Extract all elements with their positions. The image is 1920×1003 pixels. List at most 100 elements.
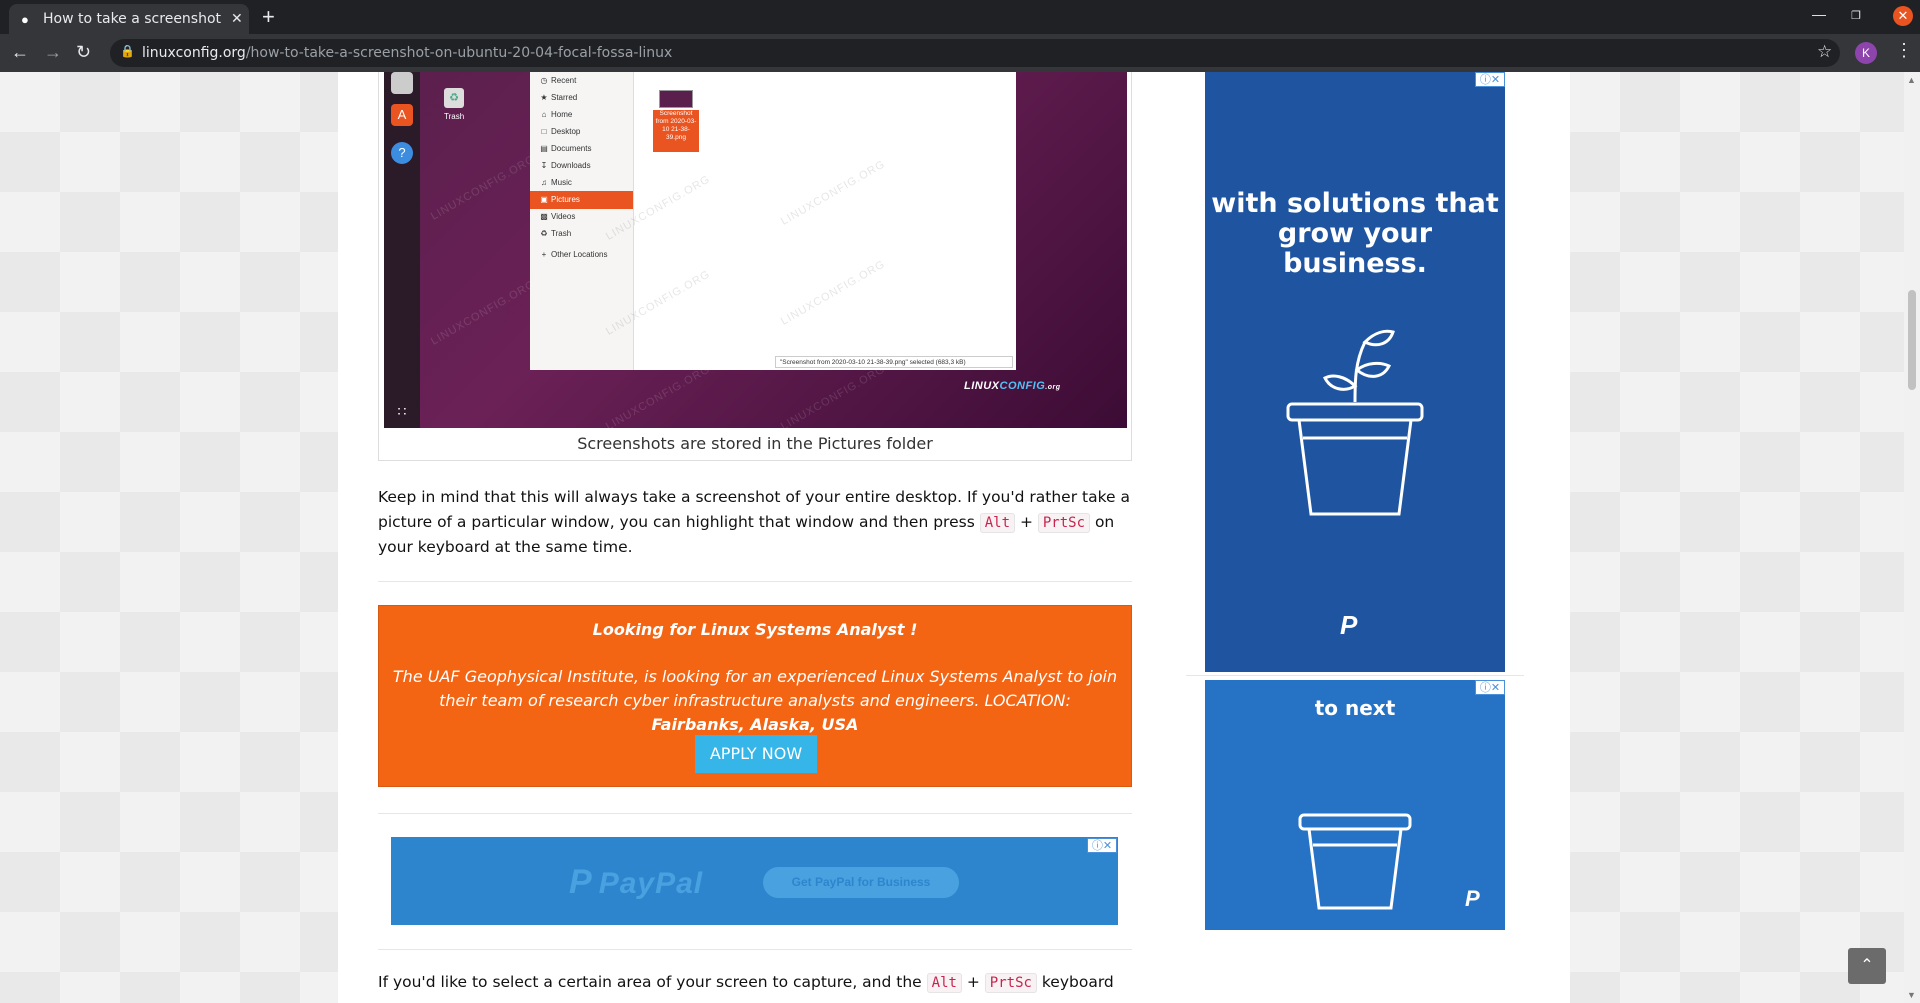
article-figure: A ? ∷ ♻ Trash ◷ Recent ★ Starred ⌂ Home □ De… — [378, 72, 1132, 461]
ad-headline: to next — [1314, 696, 1396, 720]
page-viewport: A ? ∷ ♻ Trash ◷ Recent ★ Starred ⌂ Home □ De… — [0, 72, 1904, 1003]
sidebar-ad-small[interactable]: ⓘ✕ to next P — [1205, 680, 1505, 930]
browser-tab[interactable]: ● How to take a screenshot on Ubuntu 20.… — [9, 4, 249, 34]
back-icon[interactable]: ← — [11, 42, 29, 63]
paypal-logo-text: PayPal — [598, 867, 704, 900]
plant-pot-icon — [1286, 329, 1424, 516]
address-bar[interactable]: 🔒 linuxconfig.org/how-to-take-a-screensh… — [110, 39, 1840, 67]
file-manager-window: ◷ Recent ★ Starred ⌂ Home □ Desktop ▤ Documen… — [530, 72, 1016, 370]
paypal-mini-icon: P — [1465, 886, 1480, 911]
logo-suffix: .org — [1045, 384, 1061, 391]
desktop-icon: □ — [541, 127, 547, 136]
fm-item-label: Starred — [551, 93, 578, 102]
music-icon: ♫ — [541, 178, 547, 187]
minimize-icon[interactable]: — — [1812, 6, 1826, 22]
file-status-bar: "Screenshot from 2020-03-10 21-38-39.png… — [775, 356, 1013, 368]
apply-now-button[interactable]: APPLY NOW — [695, 735, 817, 773]
restore-icon[interactable]: ❐ — [1851, 9, 1861, 22]
window-close-icon[interactable]: ✕ — [1893, 6, 1913, 26]
files-dock-icon — [391, 72, 413, 94]
ubuntu-dock: A ? ∷ — [384, 72, 420, 428]
figure-caption: Screenshots are stored in the Pictures f… — [577, 434, 933, 453]
fm-item-recent: ◷ Recent — [530, 72, 633, 90]
adchoices-icon[interactable]: ⓘ✕ — [1475, 680, 1505, 695]
fm-item-label: Other Locations — [551, 250, 608, 259]
kbd-prtsc: PrtSc — [1037, 512, 1091, 533]
trash-icon: ♻ — [540, 229, 548, 238]
fm-item-pictures: ▣ Pictures — [530, 191, 633, 209]
job-ad-box: Looking for Linux Systems Analyst ! The … — [378, 605, 1132, 787]
ubuntu-screenshot-image: A ? ∷ ♻ Trash ◷ Recent ★ Starred ⌂ Home □ De… — [384, 72, 1127, 428]
kbd-prtsc: PrtSc — [984, 973, 1037, 993]
document-icon: ▤ — [540, 144, 548, 153]
back-to-top-button[interactable]: ⌃ — [1848, 948, 1886, 984]
url-text[interactable]: linuxconfig.org/how-to-take-a-screenshot… — [142, 45, 672, 61]
trash-desktop-label: Trash — [444, 112, 465, 121]
get-paypal-button[interactable]: Get PayPal for Business — [763, 867, 959, 898]
new-tab-button[interactable]: + — [262, 4, 275, 30]
fm-item-label: Documents — [551, 144, 592, 153]
fm-item-label: Desktop — [551, 127, 581, 136]
watermark: LINUXCONFIG.ORG — [778, 363, 888, 428]
kbd-alt: Alt — [979, 512, 1016, 533]
fm-item-label: Pictures — [551, 195, 580, 204]
adchoices-icon[interactable]: ⓘ✕ — [1087, 838, 1117, 853]
paypal-logo: P PayPal — [569, 863, 703, 902]
tab-favicon-icon: ● — [21, 12, 29, 27]
video-icon: ▩ — [540, 212, 548, 221]
job-description: The UAF Geophysical Institute, is lookin… — [391, 665, 1119, 737]
url-path: /how-to-take-a-screenshot-on-ubuntu-20-0… — [245, 45, 673, 61]
scroll-up-icon[interactable]: ▲ — [1907, 75, 1916, 85]
watermark: LINUXCONFIG.ORG — [428, 153, 538, 223]
profile-avatar[interactable]: K — [1855, 42, 1877, 64]
fm-item-music: ♫ Music — [530, 174, 633, 192]
pot-icon — [1298, 813, 1412, 910]
plus-sign: + — [1015, 512, 1038, 531]
para-text: keyboard — [1036, 973, 1114, 991]
divider — [378, 581, 1132, 582]
job-text: The UAF Geophysical Institute, is lookin… — [392, 667, 1118, 710]
paypal-banner-ad[interactable]: P PayPal Get PayPal for Business ⓘ✕ — [391, 837, 1118, 925]
paypal-p-icon: P — [569, 863, 593, 901]
fm-item-home: ⌂ Home — [530, 106, 633, 124]
paypal-mini-icon: P — [1340, 610, 1358, 640]
job-title: Looking for Linux Systems Analyst ! — [592, 620, 918, 639]
lock-icon[interactable]: 🔒 — [120, 44, 135, 58]
sidebar-ad-large[interactable]: ⓘ✕ with solutions that grow your busines… — [1205, 72, 1505, 672]
divider — [378, 949, 1132, 950]
file-name: Screenshot from 2020-03-10 21-38-39.png — [653, 110, 699, 152]
article-paragraph: If you'd like to select a certain area o… — [378, 970, 1138, 996]
star-icon[interactable]: ☆ — [1817, 42, 1832, 62]
scroll-thumb[interactable] — [1908, 290, 1916, 390]
adchoices-icon[interactable]: ⓘ✕ — [1475, 72, 1505, 87]
ad-headline: with solutions that grow your business. — [1211, 188, 1499, 279]
software-dock-icon: A — [391, 104, 413, 126]
divider — [378, 813, 1132, 814]
app-grid-icon: ∷ — [397, 403, 407, 419]
home-icon: ⌂ — [541, 110, 547, 119]
para-text: If you'd like to select a certain area o… — [378, 973, 927, 991]
linuxconfig-logo: LINUXCONFIG.org — [964, 380, 1061, 392]
file-thumbnail — [659, 90, 693, 108]
star-small-icon: ★ — [540, 93, 548, 102]
trash-desktop-icon: ♻ — [444, 88, 464, 108]
tab-close-icon[interactable]: ✕ — [231, 10, 243, 27]
download-icon: ↧ — [540, 161, 548, 170]
url-host: linuxconfig.org — [142, 45, 246, 61]
picture-icon: ▣ — [540, 195, 548, 204]
fm-item-label: Recent — [551, 76, 577, 85]
fm-item-documents: ▤ Documents — [530, 140, 633, 158]
screenshot-file-item: Screenshot from 2020-03-10 21-38-39.png — [653, 90, 699, 152]
page-scrollbar[interactable]: ▲ ▼ — [1904, 72, 1920, 1003]
scroll-down-icon[interactable]: ▼ — [1907, 990, 1916, 1000]
forward-icon[interactable]: → — [44, 42, 62, 63]
tab-title: How to take a screenshot on Ubuntu 20.04… — [43, 11, 221, 27]
fm-item-other: + Other Locations — [530, 246, 633, 264]
watermark: LINUXCONFIG.ORG — [603, 363, 713, 428]
article-paragraph: Keep in mind that this will always take … — [378, 485, 1138, 560]
plus-icon: + — [541, 250, 547, 259]
plus-sign: + — [961, 973, 985, 991]
fm-item-downloads: ↧ Downloads — [530, 157, 633, 175]
menu-icon[interactable]: ⋮ — [1895, 40, 1913, 61]
reload-icon[interactable]: ↻ — [76, 42, 91, 63]
